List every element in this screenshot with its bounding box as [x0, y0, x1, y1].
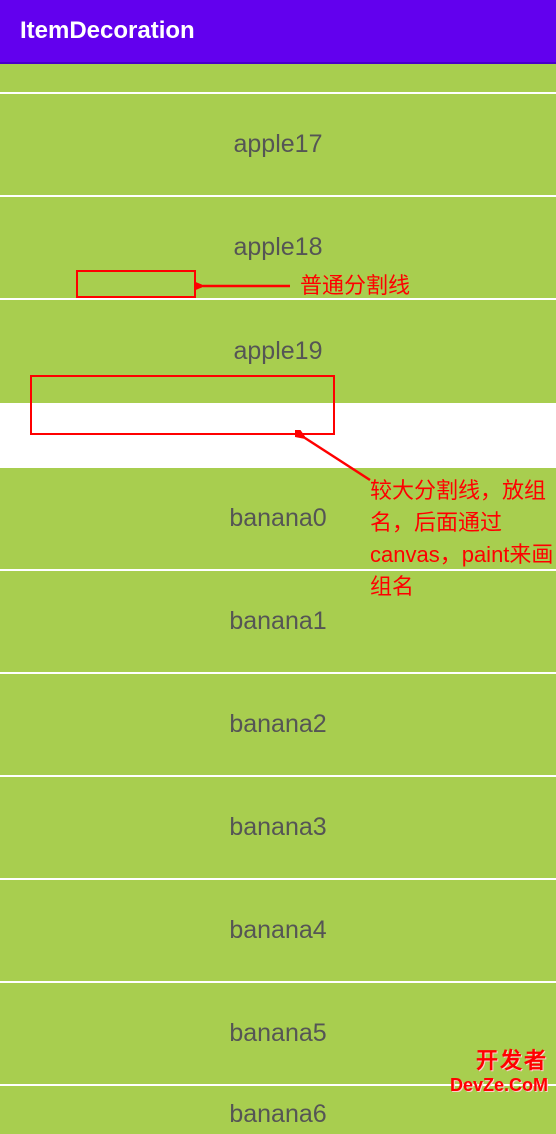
list-item[interactable]	[0, 64, 556, 94]
arrow-icon	[295, 430, 375, 485]
list-item[interactable]: banana4	[0, 880, 556, 983]
annotation-text-large-divider: 较大分割线，放组名，后面通过canvas，paint来画组名	[370, 475, 556, 603]
list-item-label: banana4	[229, 916, 326, 945]
list-item-label: apple17	[234, 130, 323, 159]
list-item-label: banana2	[229, 710, 326, 739]
list-item[interactable]: banana2	[0, 674, 556, 777]
list-item-label: banana5	[229, 1019, 326, 1048]
list-item-label: banana3	[229, 813, 326, 842]
app-bar-title: ItemDecoration	[20, 17, 195, 45]
watermark: 开发者 DevZe.CoM	[450, 1043, 548, 1096]
list-item-label: banana0	[229, 504, 326, 533]
list-item[interactable]: banana3	[0, 777, 556, 880]
list-item-label: apple19	[234, 337, 323, 366]
list-item-label: banana6	[229, 1100, 326, 1129]
arrow-icon	[195, 276, 295, 296]
watermark-line2: DevZe.CoM	[450, 1075, 548, 1096]
watermark-line1: 开发者	[450, 1043, 548, 1075]
app-bar: ItemDecoration	[0, 0, 556, 64]
annotation-box-normal-divider	[76, 270, 196, 298]
list-item[interactable]: apple17	[0, 94, 556, 197]
list-item-label: apple18	[234, 233, 323, 262]
annotation-text-normal-divider: 普通分割线	[300, 268, 410, 300]
annotation-box-large-divider	[30, 375, 335, 435]
list-item-label: banana1	[229, 607, 326, 636]
